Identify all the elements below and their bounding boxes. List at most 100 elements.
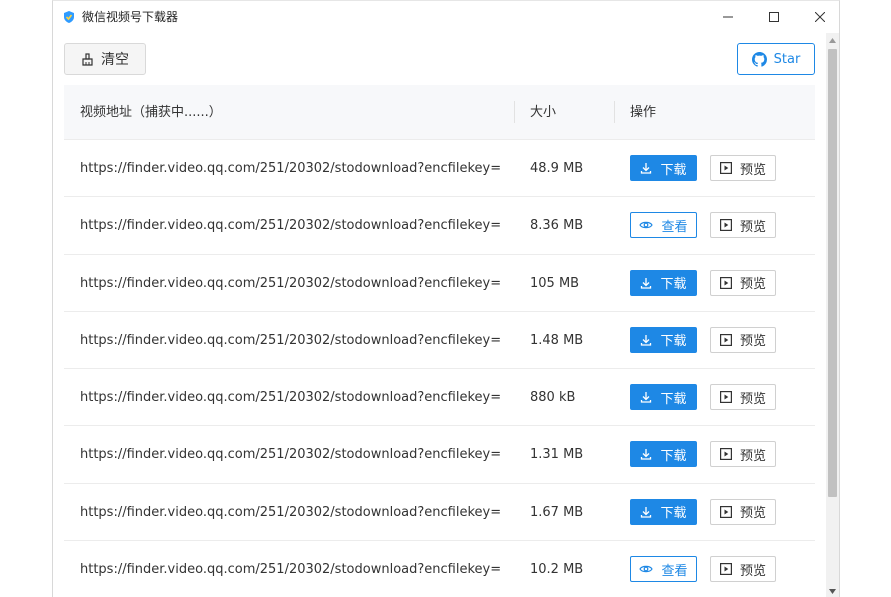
scroll-up-arrow-icon (829, 37, 836, 43)
header-action: 操作 (630, 105, 657, 120)
preview-button[interactable]: 预览 (710, 384, 776, 411)
video-url: https://finder.video.qq.com/251/20302/st… (80, 218, 500, 234)
play-square-icon (719, 219, 732, 232)
maximize-button[interactable] (751, 5, 797, 29)
video-url: https://finder.video.qq.com/251/20302/st… (80, 332, 500, 348)
preview-button-label: 预览 (739, 506, 766, 522)
download-button-label: 下载 (660, 391, 687, 407)
download-button[interactable]: 下载 (630, 269, 697, 296)
table-row: https://finder.video.qq.com/251/20302/st… (64, 426, 815, 484)
github-star-button[interactable]: Star (737, 43, 815, 75)
maximize-icon (769, 12, 779, 22)
window-title: 微信视频号下载器 (82, 10, 179, 24)
video-url: https://finder.video.qq.com/251/20302/st… (80, 275, 500, 291)
preview-button[interactable]: 预览 (710, 556, 776, 583)
view-button-label: 查看 (661, 219, 688, 235)
table-row: https://finder.video.qq.com/251/20302/st… (64, 197, 815, 255)
eye-icon (639, 222, 654, 229)
table-row: https://finder.video.qq.com/251/20302/st… (64, 541, 815, 597)
preview-button-label: 预览 (739, 162, 766, 178)
download-button-label: 下载 (660, 162, 687, 178)
close-button[interactable] (797, 5, 843, 29)
video-size: 10.2 MB (530, 562, 584, 578)
preview-button-label: 预览 (739, 391, 766, 407)
download-button[interactable]: 下载 (630, 384, 697, 411)
scroll-up-button[interactable] (826, 33, 839, 47)
play-square-icon (719, 448, 732, 461)
table-row: https://finder.video.qq.com/251/20302/st… (64, 255, 815, 312)
preview-button[interactable]: 预览 (710, 326, 776, 353)
video-size: 1.48 MB (530, 332, 584, 348)
download-button-label: 下载 (660, 334, 687, 350)
table-row: https://finder.video.qq.com/251/20302/st… (64, 312, 815, 370)
preview-button[interactable]: 预览 (710, 155, 776, 181)
preview-button-label: 预览 (739, 277, 766, 293)
play-square-icon (719, 505, 732, 518)
app-window: 微信视频号下载器 清空 Star 视频地址（捕获中......） 大小 操作 h… (52, 0, 840, 597)
header-size: 大小 (530, 105, 557, 120)
download-button-label: 下载 (660, 506, 687, 522)
close-icon (815, 12, 825, 22)
video-size: 48.9 MB (530, 161, 584, 176)
preview-button[interactable]: 预览 (710, 212, 776, 239)
download-button-label: 下载 (660, 448, 687, 464)
download-icon (641, 277, 652, 289)
clear-button-label: 清空 (101, 52, 129, 68)
view-button[interactable]: 查看 (630, 212, 697, 239)
header-divider (614, 101, 615, 123)
preview-button-label: 预览 (739, 219, 766, 235)
preview-button-label: 预览 (739, 334, 766, 350)
minimize-icon (723, 16, 733, 18)
video-url: https://finder.video.qq.com/251/20302/st… (80, 161, 500, 176)
video-url: https://finder.video.qq.com/251/20302/st… (80, 504, 500, 520)
clear-button[interactable]: 清空 (64, 43, 146, 75)
minimize-button[interactable] (705, 5, 751, 29)
title-bar[interactable]: 微信视频号下载器 (53, 1, 839, 33)
play-square-icon (719, 391, 732, 404)
play-square-icon (719, 333, 732, 346)
github-icon (751, 51, 767, 67)
video-size: 1.31 MB (530, 447, 584, 463)
download-icon (641, 334, 652, 346)
table-row: https://finder.video.qq.com/251/20302/st… (64, 140, 815, 198)
download-button-label: 下载 (660, 277, 687, 293)
view-button-label: 查看 (661, 563, 688, 579)
video-size: 8.36 MB (530, 218, 584, 234)
table-row: https://finder.video.qq.com/251/20302/st… (64, 369, 815, 427)
eye-icon (639, 565, 654, 573)
header-divider (514, 101, 515, 123)
preview-button-label: 预览 (739, 563, 766, 579)
app-logo-icon (64, 11, 74, 23)
star-button-label: Star (773, 51, 801, 67)
play-square-icon (719, 162, 732, 174)
download-button[interactable]: 下载 (630, 498, 697, 525)
view-button[interactable]: 查看 (630, 556, 697, 583)
download-icon (641, 392, 652, 403)
vertical-scrollbar[interactable] (826, 33, 839, 597)
video-url: https://finder.video.qq.com/251/20302/st… (80, 447, 500, 463)
video-size: 880 kB (530, 390, 576, 406)
download-button[interactable]: 下载 (630, 441, 697, 468)
preview-button[interactable]: 预览 (710, 269, 776, 296)
scroll-down-arrow-icon (829, 588, 836, 594)
video-size: 1.67 MB (530, 504, 584, 520)
scroll-down-button[interactable] (826, 584, 839, 597)
video-table: 视频地址（捕获中......） 大小 操作 https://finder.vid… (64, 85, 815, 597)
download-button[interactable]: 下载 (630, 326, 697, 353)
scrollbar-thumb[interactable] (828, 49, 837, 497)
table-body: https://finder.video.qq.com/251/20302/st… (64, 140, 815, 597)
video-size: 105 MB (530, 275, 580, 291)
preview-button[interactable]: 预览 (710, 498, 776, 525)
download-icon (641, 163, 652, 174)
header-url: 视频地址（捕获中......） (80, 105, 222, 120)
preview-button[interactable]: 预览 (710, 441, 776, 468)
play-square-icon (719, 563, 732, 576)
download-icon (641, 506, 652, 518)
play-square-icon (719, 276, 732, 289)
video-url: https://finder.video.qq.com/251/20302/st… (80, 562, 500, 578)
download-icon (641, 449, 652, 461)
table-row: https://finder.video.qq.com/251/20302/st… (64, 484, 815, 542)
download-button[interactable]: 下载 (630, 155, 697, 181)
table-header: 视频地址（捕获中......） 大小 操作 (64, 85, 815, 140)
video-url: https://finder.video.qq.com/251/20302/st… (80, 390, 500, 406)
